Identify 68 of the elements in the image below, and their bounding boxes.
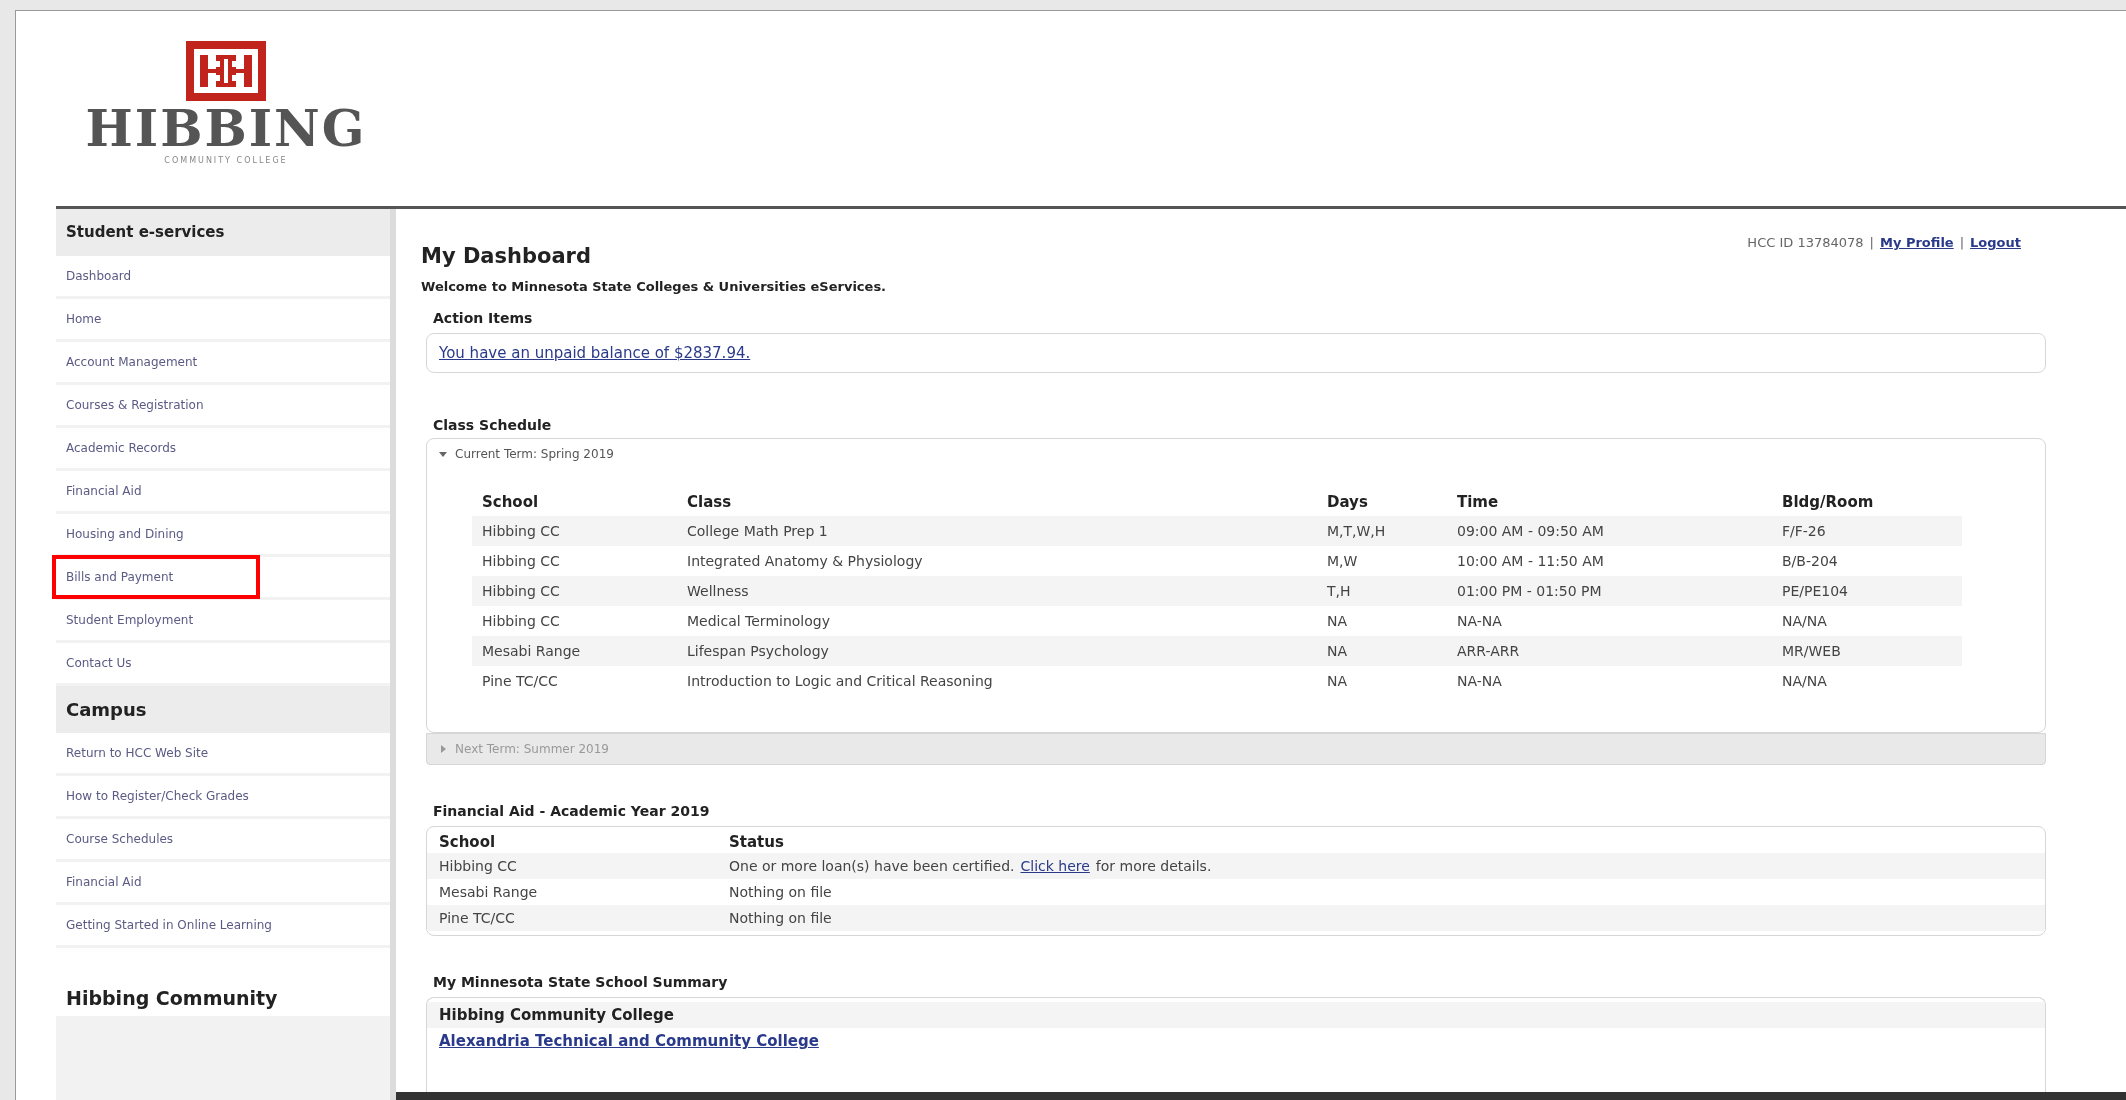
table-cell-text: ARR-ARR — [1457, 641, 1521, 661]
table-cell-text: Pine TC/CC — [439, 909, 516, 928]
table-cell-text: College Math Prep 1 — [687, 521, 829, 541]
table-cell-text: 09:00 AM - 09:50 AM — [1457, 521, 1605, 541]
status-text: Nothing on file — [729, 909, 832, 928]
table-cell-text: B/B-204 — [1782, 551, 1839, 571]
student-id: HCC ID 13784078 — [1747, 234, 1864, 252]
link-separator: | — [1869, 234, 1874, 252]
section-title: Financial Aid - Academic Year 2019 — [433, 801, 711, 821]
table-cell-text: NA/NA — [1782, 671, 1828, 691]
column-header: Status — [729, 831, 785, 853]
balance-link[interactable]: You have an unpaid balance of $2837.94. — [439, 344, 751, 362]
table-cell-text: M,W — [1327, 551, 1359, 571]
table-cell-text: Hibbing CC — [482, 551, 561, 571]
status-text: One or more loan(s) have been certified. — [729, 857, 1015, 876]
column-header: Bldg/Room — [1782, 492, 1875, 513]
table-cell-text: Lifespan Psychology — [687, 641, 830, 661]
table-cell-text: Mesabi Range — [482, 641, 582, 661]
table-cell-text: Hibbing CC — [482, 521, 561, 541]
logo-wordmark: HIBBING — [85, 103, 367, 155]
table-cell-text: NA-NA — [1457, 671, 1503, 691]
caret-right-icon — [439, 744, 447, 753]
column-header: Days — [1327, 492, 1369, 513]
table-cell-text: PE/PE104 — [1782, 581, 1849, 601]
school-link[interactable]: Alexandria Technical and Community College — [427, 1028, 2045, 1054]
logo-subtitle: COMMUNITY COLLEGE — [164, 155, 288, 167]
table-cell-text: Introduction to Logic and Critical Reasoning — [687, 671, 994, 691]
sidebar-heading: Student e-services — [56, 209, 390, 256]
sidebar-heading: Hibbing Community — [56, 947, 390, 1016]
table-cell-text: Hibbing CC — [439, 857, 518, 876]
caret-down-icon — [439, 450, 447, 458]
section-title: Action Items — [433, 309, 534, 328]
table-cell-text: Medical Terminology — [687, 611, 831, 631]
table-cell-text: T,H — [1327, 581, 1352, 601]
table-cell-text: Mesabi Range — [439, 883, 539, 902]
table-cell-text: NA/NA — [1782, 611, 1828, 631]
table-cell-text: Wellness — [687, 581, 750, 601]
column-header: Class — [687, 492, 733, 513]
header-link[interactable]: Logout — [1970, 233, 2021, 253]
school-heading: Hibbing Community College — [427, 1002, 2045, 1028]
table-cell-text: NA — [1327, 671, 1349, 691]
table-cell-text: NA — [1327, 611, 1349, 631]
table-cell-text: Hibbing CC — [482, 581, 561, 601]
table-cell-text: NA — [1327, 641, 1349, 661]
table-cell-text: F/F-26 — [1782, 521, 1827, 541]
table-cell-text: NA-NA — [1457, 611, 1503, 631]
table-cell-text: Hibbing CC — [482, 611, 561, 631]
table-cell-text: Pine TC/CC — [482, 671, 559, 691]
header-link[interactable]: My Profile — [1879, 233, 1954, 253]
term-toggle[interactable]: Current Term: Spring 2019 — [427, 439, 2045, 469]
status-text: for more details. — [1095, 857, 1212, 876]
table-cell-text: M,T,W,H — [1327, 521, 1387, 541]
table-cell-text: 10:00 AM - 11:50 AM — [1457, 551, 1605, 571]
college-logo-icon — [184, 39, 268, 103]
column-header: School — [439, 831, 497, 853]
column-header: Time — [1457, 492, 1500, 513]
details-link[interactable]: Click here — [1020, 853, 1090, 879]
status-text: Nothing on file — [729, 883, 832, 902]
table-cell-text: Integrated Anatomy & Physiology — [687, 551, 924, 571]
section-title: Class Schedule — [433, 416, 553, 435]
sidebar-heading: Campus — [56, 685, 390, 733]
table-cell-text: 01:00 PM - 01:50 PM — [1457, 581, 1603, 601]
column-header: School — [482, 492, 540, 513]
section-title: My Minnesota State School Summary — [433, 973, 729, 992]
table-cell-text: MR/WEB — [1782, 641, 1842, 661]
page-title: My Dashboard — [421, 243, 592, 270]
welcome-text: Welcome to Minnesota State Colleges & Universities eServices. — [421, 277, 887, 296]
link-separator: | — [1959, 234, 1965, 252]
